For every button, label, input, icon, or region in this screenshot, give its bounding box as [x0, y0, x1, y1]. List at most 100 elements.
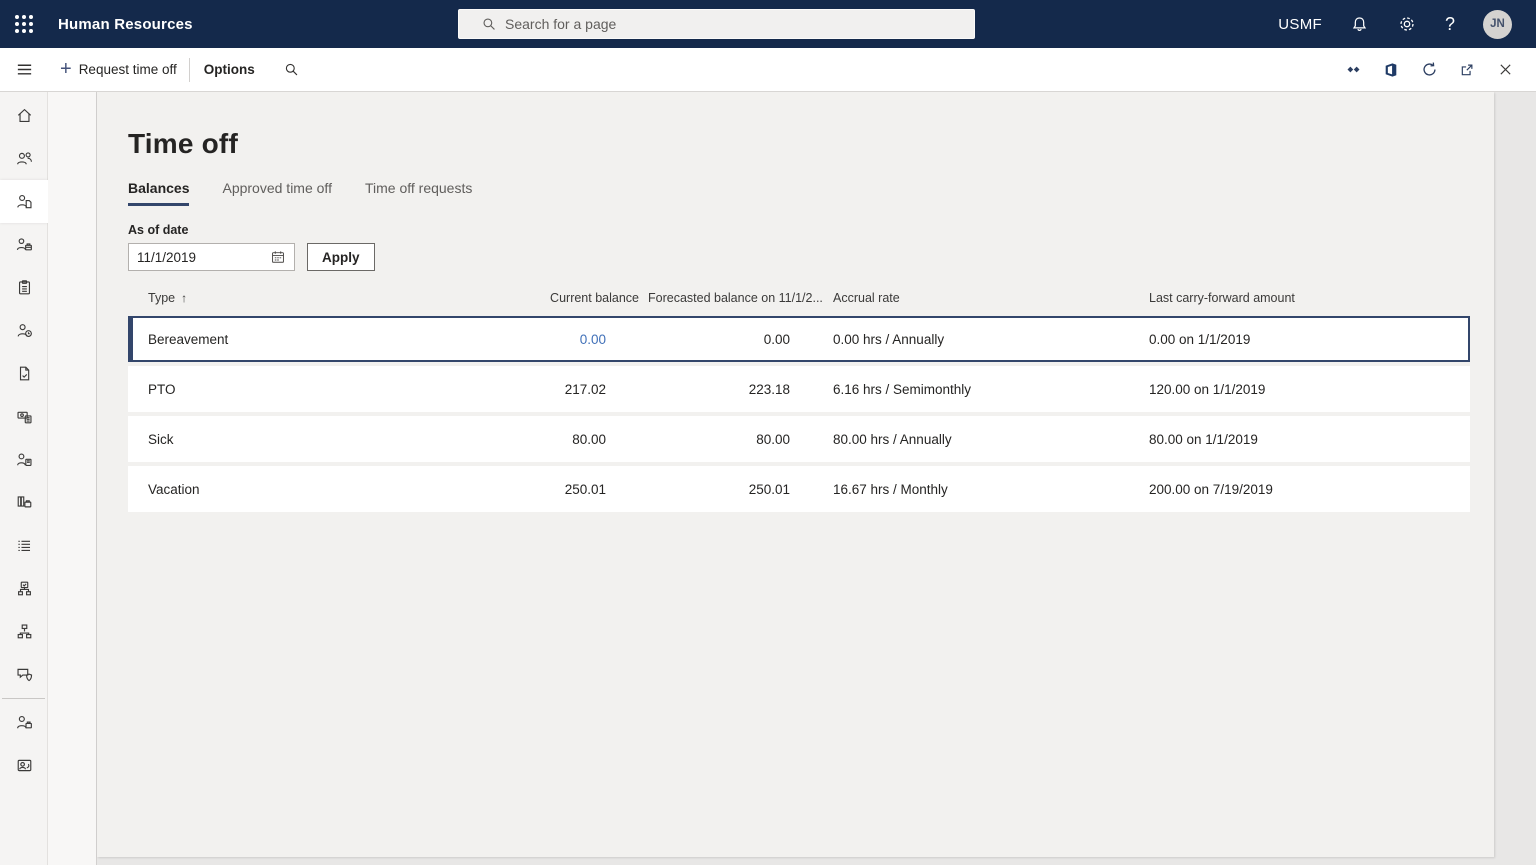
- sidebar-item-feedback[interactable]: [0, 653, 48, 696]
- column-header-forecasted-balance[interactable]: Forecasted balance on 11/1/2...: [639, 291, 829, 305]
- personalize-button[interactable]: [1334, 48, 1372, 92]
- calendar-icon[interactable]: [270, 249, 286, 265]
- cell-forecasted-balance: 250.01: [748, 481, 790, 497]
- tab-approved-time-off[interactable]: Approved time off: [222, 180, 331, 206]
- top-navbar: Human Resources USMF ? JN: [0, 0, 1536, 48]
- sidebar-item-task-management[interactable]: [0, 567, 48, 610]
- page-title: Time off: [128, 128, 238, 159]
- sidebar-item-home[interactable]: [0, 94, 48, 137]
- office-apps-button[interactable]: [1372, 48, 1410, 92]
- cell-accrual-rate: 80.00 hrs / Annually: [833, 431, 952, 447]
- table-row[interactable]: PTO 217.02 223.18 6.16 hrs / Semimonthly…: [128, 366, 1470, 412]
- search-icon: [285, 63, 298, 76]
- sort-ascending-icon: ↑: [181, 291, 188, 305]
- sidebar-item-performance[interactable]: [0, 352, 48, 395]
- column-header-type[interactable]: Type ↑: [148, 291, 547, 305]
- sidebar-divider: [2, 698, 45, 699]
- cell-type: Vacation: [148, 481, 200, 497]
- org-chart-icon: [17, 624, 31, 639]
- nav-menu-button[interactable]: [0, 48, 48, 92]
- cell-accrual-rate: 16.67 hrs / Monthly: [833, 481, 948, 497]
- sidebar-item-benefits[interactable]: [0, 438, 48, 481]
- refresh-icon: [1422, 62, 1436, 76]
- document-check-icon: [19, 366, 29, 381]
- close-button[interactable]: [1486, 48, 1524, 92]
- balances-table: Type ↑ Current balance Forecasted balance…: [128, 284, 1470, 512]
- help-button[interactable]: ?: [1431, 0, 1469, 48]
- cell-forecasted-balance: 223.18: [748, 381, 790, 397]
- cell-current-balance-link[interactable]: 0.00: [547, 332, 639, 347]
- cell-current-balance: 217.02: [564, 381, 606, 397]
- cell-accrual-rate: 0.00 hrs / Annually: [833, 331, 945, 347]
- action-bar: + Request time off Options: [0, 48, 1536, 92]
- sidebar-item-compensation[interactable]: [0, 481, 48, 524]
- page-search-box[interactable]: [458, 9, 975, 39]
- account-button[interactable]: JN: [1469, 0, 1526, 48]
- as-of-date-label: As of date: [128, 223, 189, 237]
- person-briefcase-icon: [16, 715, 32, 729]
- tab-time-off-requests[interactable]: Time off requests: [365, 180, 472, 206]
- search-icon: [483, 18, 495, 30]
- settings-button[interactable]: [1383, 0, 1431, 48]
- cell-carry-forward: 120.00 on 1/1/2019: [1149, 381, 1266, 397]
- sidebar-item-people[interactable]: [0, 137, 48, 180]
- sidebar-item-my-team[interactable]: [0, 701, 48, 744]
- table-row[interactable]: Sick 80.00 80.00 80.00 hrs / Annually 80…: [128, 416, 1470, 462]
- sidebar-item-lists[interactable]: [0, 524, 48, 567]
- books-briefcase-icon: [17, 496, 31, 508]
- close-icon: [1499, 64, 1511, 75]
- open-new-window-button[interactable]: [1448, 48, 1486, 92]
- tab-bar: Balances Approved time off Time off requ…: [128, 180, 1470, 206]
- apply-button[interactable]: Apply: [307, 243, 375, 271]
- sidebar-item-employee-development[interactable]: [0, 744, 48, 787]
- search-input[interactable]: [505, 16, 966, 32]
- cell-accrual-rate: 6.16 hrs / Semimonthly: [833, 381, 972, 397]
- cell-forecasted-balance: 80.00: [756, 431, 790, 447]
- notifications-button[interactable]: [1336, 0, 1383, 48]
- cell-type: Sick: [148, 431, 174, 447]
- office-icon: [1385, 62, 1397, 77]
- table-row[interactable]: Bereavement 0.00 0.00 0.00 hrs / Annuall…: [128, 316, 1470, 362]
- employee-badge-icon: [17, 759, 31, 772]
- person-clock-icon: [17, 324, 32, 337]
- refresh-button[interactable]: [1410, 48, 1448, 92]
- task-boxes-icon: [17, 581, 31, 596]
- company-selector[interactable]: USMF: [1264, 0, 1336, 48]
- menu-icon: [17, 64, 31, 75]
- bell-icon: [1352, 16, 1367, 31]
- app-launcher-button[interactable]: [0, 0, 48, 48]
- column-header-current-balance[interactable]: Current balance: [547, 291, 639, 305]
- sidebar-item-employee-self-service[interactable]: [0, 180, 48, 223]
- request-time-off-button[interactable]: + Request time off: [48, 48, 189, 92]
- sidebar-item-payroll[interactable]: [0, 395, 48, 438]
- side-navigation: [0, 92, 48, 865]
- list-icon: [17, 540, 30, 552]
- cell-carry-forward: 200.00 on 7/19/2019: [1149, 481, 1273, 497]
- app-title: Human Resources: [58, 15, 193, 33]
- cell-carry-forward: 0.00 on 1/1/2019: [1149, 331, 1251, 347]
- help-icon: ?: [1444, 13, 1455, 34]
- cell-forecasted-balance: 0.00: [763, 331, 790, 347]
- workspace: Time off Balances Approved time off Time…: [0, 92, 1536, 865]
- column-header-carry-forward[interactable]: Last carry-forward amount: [1149, 291, 1450, 305]
- payroll-calculator-icon: [16, 411, 32, 424]
- cell-type: Bereavement: [148, 331, 229, 347]
- waffle-icon: [15, 15, 33, 33]
- table-row[interactable]: Vacation 250.01 250.01 16.67 hrs / Month…: [128, 466, 1470, 512]
- sidebar-item-personnel-management[interactable]: [0, 223, 48, 266]
- options-button[interactable]: Options: [190, 48, 269, 92]
- people-icon: [16, 152, 32, 165]
- sidebar-item-organization[interactable]: [0, 610, 48, 653]
- sidebar-item-checklists[interactable]: [0, 266, 48, 309]
- plus-icon: +: [60, 57, 72, 80]
- sidebar-item-leave-absence[interactable]: [0, 309, 48, 352]
- as-of-date-field[interactable]: [128, 243, 295, 271]
- tab-balances[interactable]: Balances: [128, 180, 190, 206]
- column-header-accrual-rate[interactable]: Accrual rate: [833, 291, 1149, 305]
- people-briefcase-icon: [16, 238, 32, 251]
- avatar: JN: [1483, 9, 1512, 39]
- gear-icon: [1400, 17, 1414, 31]
- as-of-date-input[interactable]: [137, 249, 270, 265]
- toolbar-search-button[interactable]: [269, 48, 314, 92]
- request-time-off-label: Request time off: [78, 62, 177, 77]
